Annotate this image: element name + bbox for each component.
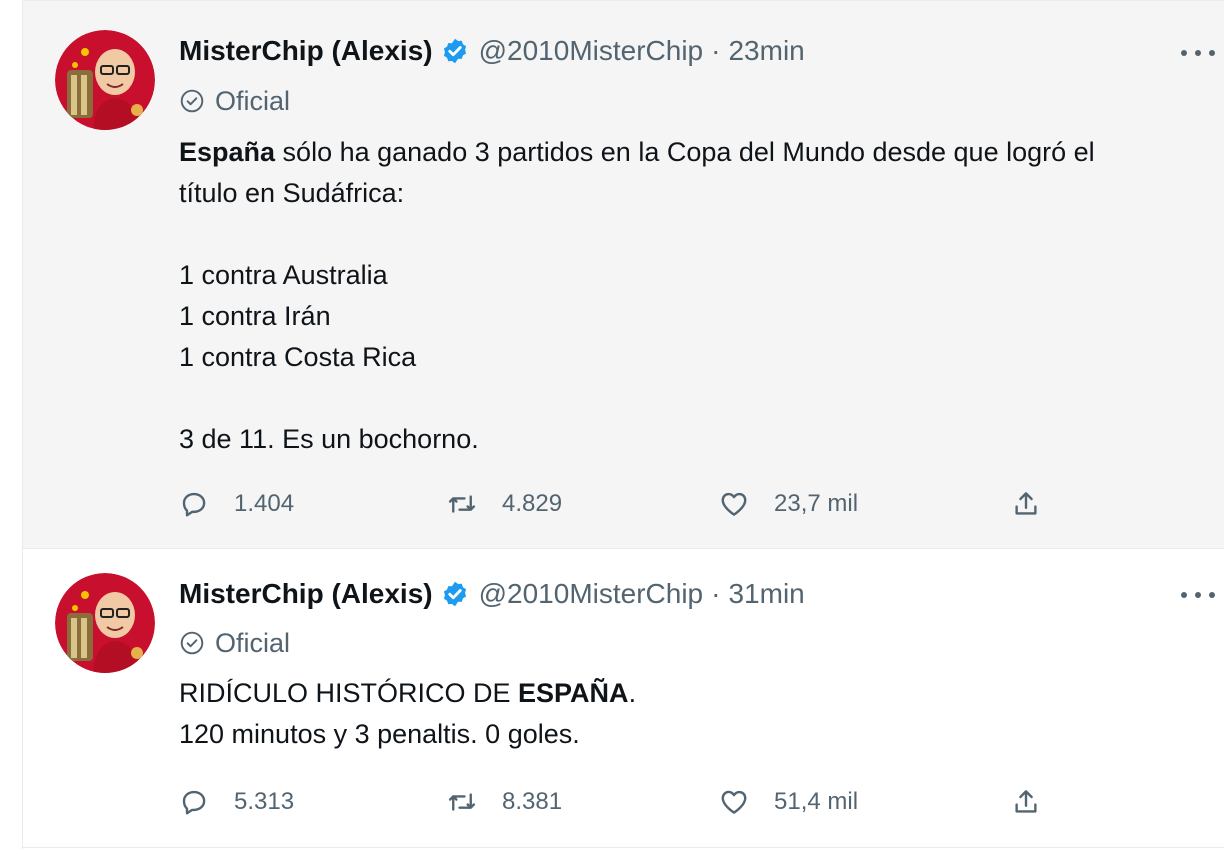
tweet-text-line: RIDÍCULO HISTÓRICO DE ESPAÑA. xyxy=(179,673,1219,714)
reply-button[interactable]: 5.313 xyxy=(179,782,294,822)
timestamp[interactable]: 23min xyxy=(728,35,804,67)
tweet-text-line: 120 minutos y 3 penaltis. 0 goles. xyxy=(179,719,580,749)
like-count: 23,7 mil xyxy=(774,490,859,517)
verified-badge-icon xyxy=(443,38,466,64)
author-name[interactable]: MisterChip (Alexis) xyxy=(179,35,433,67)
separator-dot: · xyxy=(711,578,721,609)
list-item: 1 contra Irán xyxy=(179,301,331,331)
more-icon[interactable] xyxy=(1181,43,1215,63)
tweet-header: MisterChip (Alexis) @2010MisterChip · 31… xyxy=(179,574,805,614)
reply-count: 5.313 xyxy=(234,788,295,815)
like-count: 51,4 mil xyxy=(774,788,859,815)
tweet-actions: 1.404 4.829 23,7 mil xyxy=(179,484,1079,524)
retweet-button[interactable]: 4.829 xyxy=(447,484,562,524)
tweet-actions: 5.313 8.381 51,4 mil xyxy=(179,782,1079,822)
official-text: Oficial xyxy=(215,85,291,116)
official-text: Oficial xyxy=(215,627,291,658)
hashtag-bold: ESPAÑA xyxy=(518,678,629,708)
share-icon xyxy=(1015,492,1037,515)
share-icon xyxy=(1015,790,1037,813)
twitter-timeline: MisterChip (Alexis) @2010MisterChip · 23… xyxy=(0,0,1224,849)
like-icon xyxy=(721,790,747,814)
retweet-count: 4.829 xyxy=(502,490,563,517)
separator-dot: · xyxy=(711,35,721,66)
tweet-text-span: RIDÍCULO HISTÓRICO DE xyxy=(179,678,519,708)
timestamp[interactable]: 31min xyxy=(728,578,804,610)
verified-badge-icon xyxy=(443,581,466,607)
list-item: 1 contra Australia xyxy=(179,260,388,290)
share-button[interactable] xyxy=(1011,782,1041,822)
tweet-feed: MisterChip (Alexis) @2010MisterChip · 23… xyxy=(22,0,1224,849)
official-label: Oficial xyxy=(179,625,290,661)
avatar[interactable] xyxy=(55,573,155,673)
official-label: Oficial xyxy=(179,83,290,119)
like-button[interactable]: 23,7 mil xyxy=(719,484,858,524)
tweet-text-line: título en Sudáfrica: xyxy=(179,178,405,208)
tweet[interactable]: MisterChip (Alexis) @2010MisterChip · 31… xyxy=(23,549,1224,848)
avatar[interactable] xyxy=(55,30,155,130)
tweet-text-line: 3 de 11. Es un bochorno. xyxy=(179,424,479,454)
tweet[interactable]: MisterChip (Alexis) @2010MisterChip · 23… xyxy=(23,0,1224,549)
retweet-count: 8.381 xyxy=(502,788,563,815)
like-button[interactable]: 51,4 mil xyxy=(719,782,858,822)
reply-count: 1.404 xyxy=(234,490,295,517)
tweet-text-span: . xyxy=(628,678,637,708)
tweet-header: MisterChip (Alexis) @2010MisterChip · 23… xyxy=(179,31,805,71)
reply-button[interactable]: 1.404 xyxy=(179,484,294,524)
like-icon xyxy=(721,492,747,516)
list-item: 1 contra Costa Rica xyxy=(179,342,417,372)
hashtag-bold: España xyxy=(179,137,276,167)
author-handle[interactable]: @2010MisterChip xyxy=(479,578,704,610)
retweet-icon xyxy=(448,793,476,811)
official-check-icon xyxy=(180,631,204,655)
tweet-text: RIDÍCULO HISTÓRICO DE ESPAÑA. 120 minuto… xyxy=(179,673,1219,755)
retweet-button[interactable]: 8.381 xyxy=(447,782,562,822)
retweet-icon xyxy=(448,495,476,513)
share-button[interactable] xyxy=(1011,484,1041,524)
reply-icon xyxy=(182,790,206,815)
tweet-text-line: España sólo ha ganado 3 partidos en la C… xyxy=(179,132,1219,173)
tweet-text: España sólo ha ganado 3 partidos en la C… xyxy=(179,132,1219,460)
author-name[interactable]: MisterChip (Alexis) xyxy=(179,578,433,610)
avatar-caricature-image xyxy=(55,573,155,673)
author-handle[interactable]: @2010MisterChip xyxy=(479,35,704,67)
reply-icon xyxy=(182,492,206,517)
tweet-text-span: sólo ha ganado 3 partidos en la Copa del… xyxy=(275,137,1095,167)
avatar-caricature-image xyxy=(55,30,155,130)
official-check-icon xyxy=(180,89,204,113)
more-icon[interactable] xyxy=(1181,585,1215,605)
